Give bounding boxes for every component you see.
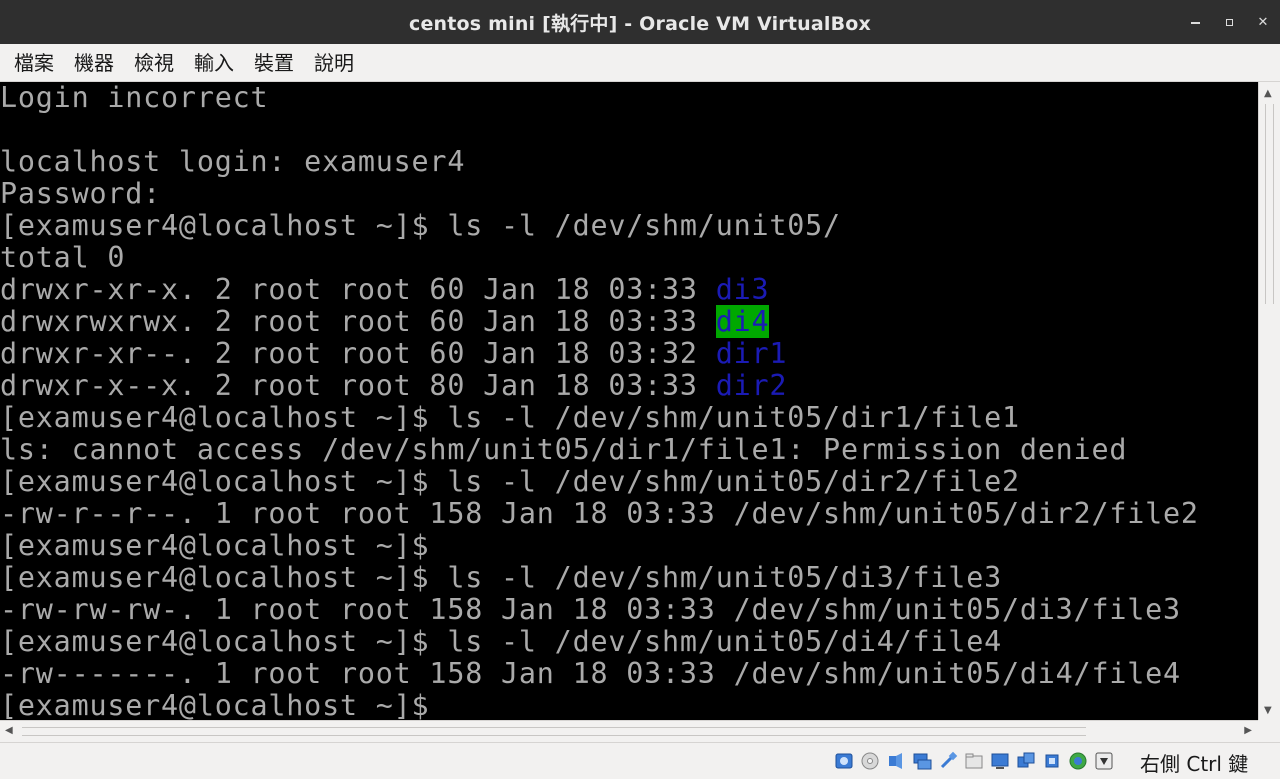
close-icon: ✕	[1257, 14, 1269, 30]
terminal-line-text: total 0	[0, 241, 126, 274]
terminal-output: Login incorrect localhost login: examuser…	[0, 82, 1199, 720]
terminal-line-text: localhost login: examuser4	[0, 145, 466, 178]
optical-drive-icon[interactable]	[858, 750, 881, 772]
terminal-line-text: [examuser4@localhost ~]$ ls -l /dev/shm/…	[0, 465, 1020, 498]
maximize-button[interactable]	[1212, 0, 1246, 44]
window-titlebar[interactable]: centos mini [執行中] - Oracle VM VirtualBox…	[0, 0, 1280, 44]
terminal-line-text: ls: cannot access /dev/shm/unit05/dir1/f…	[0, 433, 1128, 466]
terminal-line: [examuser4@localhost ~]$ ls -l /dev/shm/…	[0, 562, 1199, 594]
terminal-line: -rw-r--r--. 1 root root 158 Jan 18 03:33…	[0, 498, 1199, 530]
close-button[interactable]: ✕	[1246, 0, 1280, 44]
cpu-icon[interactable]	[1040, 750, 1063, 772]
terminal-line-text: [examuser4@localhost ~]$	[0, 689, 430, 721]
terminal-line: Login incorrect	[0, 82, 1199, 114]
terminal-line: drwxr-xr--. 2 root root 60 Jan 18 03:32 …	[0, 338, 1199, 370]
terminal-line: drwxrwxrwx. 2 root root 60 Jan 18 03:33 …	[0, 305, 1199, 338]
scroll-up-icon[interactable]: ▲	[1264, 88, 1272, 99]
terminal-line-text: -rw-rw-rw-. 1 root root 158 Jan 18 03:33…	[0, 593, 1181, 626]
terminal-line: [examuser4@localhost ~]$ ls -l /dev/shm/…	[0, 466, 1199, 498]
arrow-down-icon[interactable]	[1092, 750, 1115, 772]
terminal-line-text: [examuser4@localhost ~]$ ls -l /dev/shm/…	[0, 625, 1002, 658]
shared-folders-icon[interactable]	[962, 750, 985, 772]
minimize-button[interactable]	[1178, 0, 1212, 44]
scroll-down-icon[interactable]: ▼	[1264, 705, 1272, 716]
terminal-line-text: [examuser4@localhost ~]$ ls -l /dev/shm/…	[0, 401, 1020, 434]
window-title: centos mini [執行中] - Oracle VM VirtualBox	[408, 12, 871, 35]
minimize-icon	[1190, 22, 1200, 24]
status-icons	[832, 750, 1115, 772]
terminal-line: localhost login: examuser4	[0, 146, 1199, 178]
terminal-line: -rw-rw-rw-. 1 root root 158 Jan 18 03:33…	[0, 594, 1199, 626]
terminal-line: [examuser4@localhost ~]$ ls -l /dev/shm/…	[0, 402, 1199, 434]
terminal-line-text: [examuser4@localhost ~]$ ls -l /dev/shm/…	[0, 561, 1002, 594]
horizontal-scrollbar[interactable]: ◀ ▶	[0, 720, 1258, 742]
vertical-scroll-thumb[interactable]	[1265, 104, 1274, 304]
display-icon[interactable]	[988, 750, 1011, 772]
hard-disk-icon[interactable]	[832, 750, 855, 772]
terminal-line: [examuser4@localhost ~]$	[0, 689, 1199, 721]
terminal-line: Password:	[0, 178, 1199, 210]
scroll-right-icon[interactable]: ▶	[1244, 725, 1252, 736]
menu-help[interactable]: 說明	[304, 44, 364, 82]
host-key-indicator[interactable]: 右側 Ctrl 鍵	[1140, 748, 1248, 777]
terminal-line: drwxr-x--x. 2 root root 80 Jan 18 03:33 …	[0, 370, 1199, 402]
terminal-line: -rw-------. 1 root root 158 Jan 18 03:33…	[0, 658, 1199, 690]
scroll-left-icon[interactable]: ◀	[5, 725, 13, 736]
directory-name: di3	[715, 273, 770, 306]
menu-machine[interactable]: 機器	[64, 44, 124, 82]
menu-file[interactable]: 檔案	[4, 44, 64, 82]
terminal-line: total 0	[0, 242, 1199, 274]
directory-name: dir2	[715, 369, 788, 402]
directory-name: di4	[715, 305, 770, 338]
terminal-line-text: [examuser4@localhost ~]$	[0, 529, 430, 562]
menu-bar: 檔案 機器 檢視 輸入 裝置 說明	[0, 44, 1280, 82]
mouse-integration-icon[interactable]	[1066, 750, 1089, 772]
vm-screen[interactable]: Login incorrect localhost login: examuser…	[0, 82, 1258, 720]
network-icon[interactable]	[910, 750, 933, 772]
terminal-line-text: drwxr-x--x. 2 root root 80 Jan 18 03:33	[0, 369, 716, 402]
usb-icon[interactable]	[936, 750, 959, 772]
video-capture-icon[interactable]	[1014, 750, 1037, 772]
terminal-line-text: drwxr-xr-x. 2 root root 60 Jan 18 03:33	[0, 273, 716, 306]
scrollbar-corner	[1258, 720, 1280, 742]
audio-icon[interactable]	[884, 750, 907, 772]
status-bar: 右側 Ctrl 鍵	[0, 742, 1280, 779]
menu-input[interactable]: 輸入	[184, 44, 244, 82]
terminal-line: [examuser4@localhost ~]$ ls -l /dev/shm/…	[0, 210, 1199, 242]
terminal-line-text: -rw-r--r--. 1 root root 158 Jan 18 03:33…	[0, 497, 1199, 530]
terminal-line: [examuser4@localhost ~]$	[0, 530, 1199, 562]
maximize-icon	[1225, 18, 1233, 26]
horizontal-scroll-thumb[interactable]	[22, 727, 1086, 736]
terminal-line: [examuser4@localhost ~]$ ls -l /dev/shm/…	[0, 626, 1199, 658]
terminal-line-text: -rw-------. 1 root root 158 Jan 18 03:33…	[0, 657, 1181, 690]
terminal-line: ls: cannot access /dev/shm/unit05/dir1/f…	[0, 434, 1199, 466]
terminal-line: drwxr-xr-x. 2 root root 60 Jan 18 03:33 …	[0, 274, 1199, 306]
terminal-line-text: [examuser4@localhost ~]$ ls -l /dev/shm/…	[0, 209, 841, 242]
terminal-line-text: drwxr-xr--. 2 root root 60 Jan 18 03:32	[0, 337, 716, 370]
directory-name: dir1	[715, 337, 788, 370]
menu-view[interactable]: 檢視	[124, 44, 184, 82]
terminal-line-text: drwxrwxrwx. 2 root root 60 Jan 18 03:33	[0, 305, 716, 338]
vertical-scrollbar[interactable]: ▲ ▼	[1258, 82, 1280, 720]
terminal-line-text: Password:	[0, 177, 162, 210]
terminal-line-text: Login incorrect	[0, 82, 269, 114]
menu-devices[interactable]: 裝置	[244, 44, 304, 82]
